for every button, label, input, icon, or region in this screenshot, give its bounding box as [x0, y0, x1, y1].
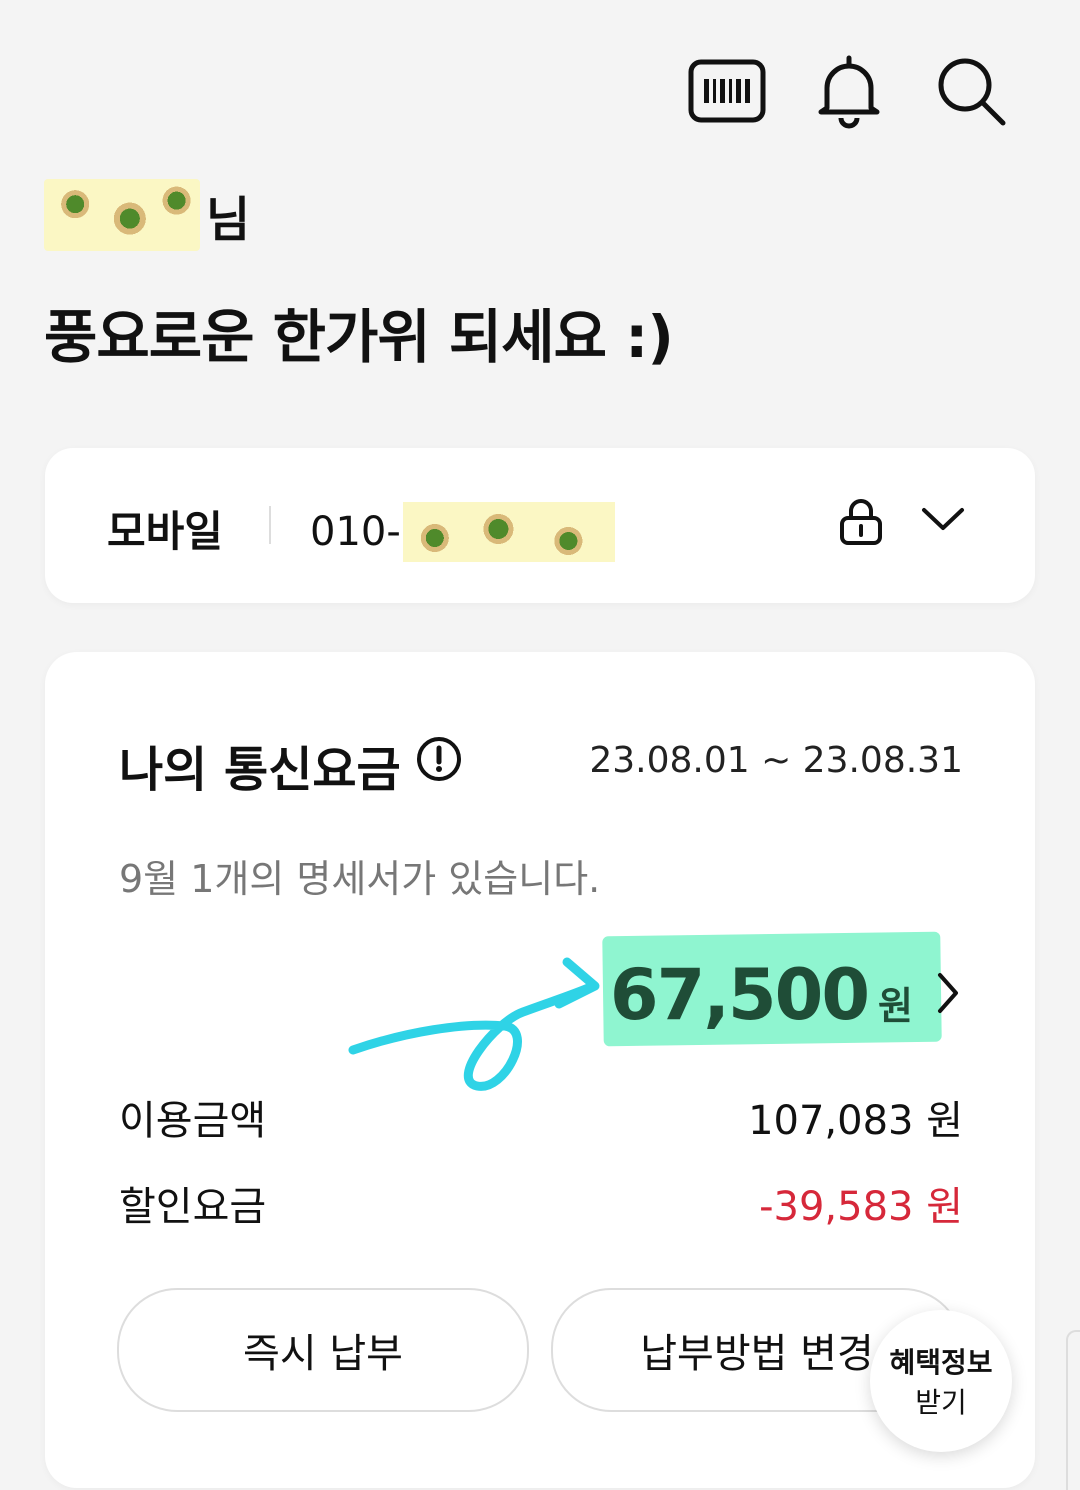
bell-icon[interactable]: [810, 52, 888, 130]
discount-value: -39,583 원: [759, 1184, 963, 1230]
fee-title: 나의 통신요금: [119, 730, 463, 800]
info-icon[interactable]: [415, 735, 463, 795]
divider: [269, 506, 271, 544]
masked-user-name: [44, 179, 200, 251]
discount-label: 할인요금: [119, 1184, 267, 1230]
chevron-down-icon[interactable]: [921, 506, 965, 538]
total-amount-unit: 원: [878, 984, 913, 1028]
edge-panel: [1066, 1330, 1080, 1490]
line-selector[interactable]: 모바일 010-: [45, 448, 1035, 603]
benefit-info-label: 혜택정보: [889, 1346, 993, 1379]
total-amount-value: 67,500: [609, 954, 870, 1036]
greeting: 님 풍요로운 한가위 되세요 :): [44, 170, 674, 374]
total-amount[interactable]: 67,500 원: [610, 954, 959, 1036]
billing-period: 23.08.01 ~ 23.08.31: [589, 740, 963, 781]
chevron-right-icon[interactable]: [937, 971, 959, 1019]
greeting-message: 풍요로운 한가위 되세요 :): [44, 303, 674, 371]
phone-number: 010-: [310, 502, 615, 562]
top-bar: [688, 52, 1010, 130]
fee-title-text: 나의 통신요금: [119, 742, 401, 798]
user-name-row: 님: [44, 170, 673, 260]
arrow-doodle: [348, 957, 600, 1091]
pay-now-button[interactable]: 즉시 납부: [117, 1288, 529, 1412]
name-suffix: 님: [206, 192, 251, 248]
benefit-info-button[interactable]: 혜택정보 받기: [870, 1310, 1012, 1452]
benefit-receive-label: 받기: [915, 1386, 967, 1419]
lock-icon[interactable]: [839, 498, 883, 550]
usage-row: 이용금액 107,083 원: [119, 1088, 963, 1146]
barcode-icon[interactable]: [688, 52, 766, 130]
statement-notice: 9월 1개의 명세서가 있습니다.: [119, 857, 601, 901]
search-icon[interactable]: [932, 52, 1010, 130]
phone-prefix: 010-: [310, 509, 401, 555]
line-type-label: 모바일: [107, 507, 223, 556]
masked-phone-number: [402, 502, 615, 562]
usage-label: 이용금액: [119, 1098, 267, 1144]
usage-value: 107,083 원: [748, 1098, 963, 1144]
discount-row: 할인요금 -39,583 원: [119, 1174, 963, 1232]
